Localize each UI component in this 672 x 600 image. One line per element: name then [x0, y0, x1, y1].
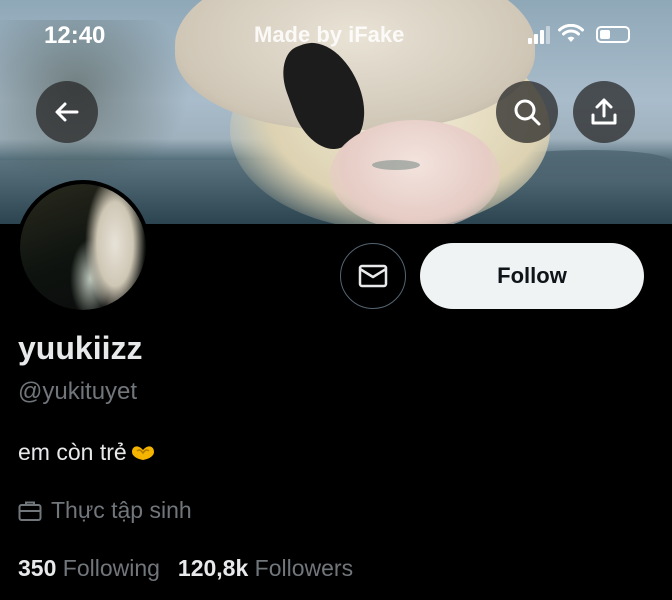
banner-face [330, 120, 500, 224]
profile-bio: em còn trẻ [18, 439, 157, 466]
follow-stats: 350 Following 120,8k Followers [18, 555, 353, 582]
heart-hands-icon [131, 446, 154, 460]
watermark-text: Made by iFake [254, 22, 405, 47]
search-button[interactable] [496, 81, 558, 143]
user-handle: @yukituyet [18, 378, 138, 405]
cellular-signal-icon [528, 26, 550, 44]
followers-label: Followers [254, 555, 354, 581]
message-button[interactable] [340, 243, 406, 309]
bio-text: em còn trẻ [18, 439, 127, 465]
wifi-icon [558, 24, 584, 42]
profile-job: Thực tập sinh [18, 497, 192, 524]
status-time: 12:40 [44, 22, 106, 49]
avatar-image [20, 184, 146, 310]
follow-button[interactable]: Follow [420, 243, 644, 309]
search-icon [514, 99, 541, 126]
profile-avatar[interactable] [16, 180, 150, 314]
followers-link[interactable]: 120,8k Followers [178, 555, 353, 582]
following-count: 350 [18, 555, 57, 581]
share-button[interactable] [573, 81, 635, 143]
following-label: Following [62, 555, 160, 581]
briefcase-icon [18, 501, 42, 521]
display-name: yuukiizz [18, 330, 143, 366]
status-bar: 12:40 Made by iFake [0, 0, 672, 70]
back-button[interactable] [36, 81, 98, 143]
following-link[interactable]: 350 Following [18, 555, 160, 582]
banner-eye [372, 160, 420, 170]
job-text: Thực tập sinh [51, 497, 192, 523]
back-arrow-icon [55, 102, 79, 122]
mail-icon [358, 264, 388, 288]
share-icon [591, 98, 617, 125]
followers-count: 120,8k [177, 555, 249, 581]
battery-icon [596, 26, 630, 43]
